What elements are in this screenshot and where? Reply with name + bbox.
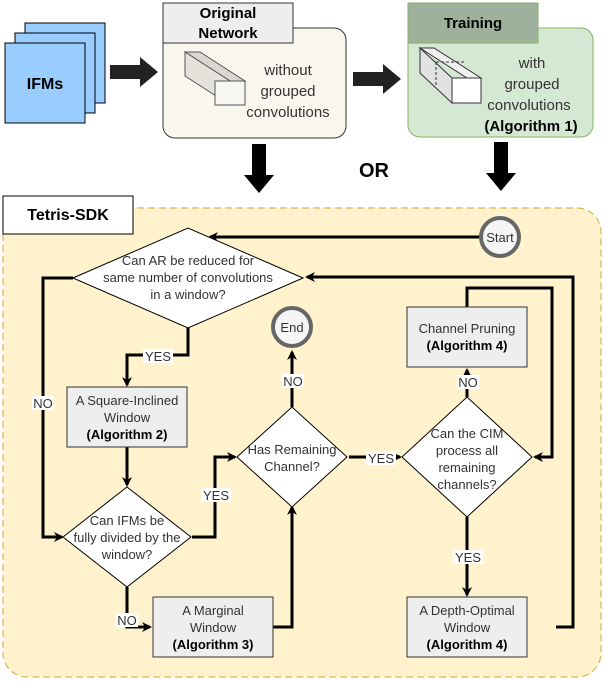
- process-square-inclined: A Square-Inclined Window (Algorithm 2): [66, 386, 188, 448]
- ifms-label: IFMs: [27, 76, 64, 93]
- label-divided-yes: YES: [203, 488, 229, 503]
- original-desc-2: grouped: [260, 83, 315, 100]
- diagram: IFMs Original Network without grouped co…: [2, 2, 602, 678]
- decision-text: remaining: [438, 460, 495, 475]
- process-algorithm: (Algorithm 4): [427, 637, 508, 652]
- original-desc-1: without: [263, 62, 312, 79]
- label-reduce-yes: YES: [145, 349, 171, 364]
- decision-text: in a window?: [150, 287, 225, 302]
- end-node: End: [271, 306, 313, 348]
- sdk-title: Tetris-SDK: [27, 207, 109, 224]
- process-algorithm: (Algorithm 3): [173, 637, 254, 652]
- label-divided-no: NO: [117, 613, 137, 628]
- process-channel-pruning: Channel Pruning (Algorithm 4): [406, 306, 528, 368]
- start-label: Start: [486, 230, 514, 245]
- label-cim-yes: YES: [455, 550, 481, 565]
- original-network-box: Original Network without grouped convolu…: [162, 2, 347, 139]
- training-desc-2: grouped: [504, 76, 559, 93]
- training-desc-3: convolutions: [487, 97, 570, 114]
- decision-text: same number of convolutions: [103, 270, 273, 285]
- process-text: A Depth-Optimal: [419, 603, 514, 618]
- arrow-training-down: [486, 142, 516, 191]
- process-algorithm: (Algorithm 2): [87, 427, 168, 442]
- decision-text: Can the CIM: [431, 426, 504, 441]
- label-remaining-yes: YES: [368, 451, 394, 466]
- start-node: Start: [479, 216, 521, 258]
- process-depth-optimal: A Depth-Optimal Window (Algorithm 4): [406, 596, 528, 658]
- process-text: Window: [104, 410, 151, 425]
- process-algorithm: (Algorithm 4): [427, 338, 508, 353]
- process-text: A Square-Inclined: [76, 393, 179, 408]
- decision-text: Can AR be reduced for: [122, 253, 255, 268]
- training-title: Training: [444, 15, 502, 32]
- original-network-title-1: Original: [200, 5, 257, 22]
- training-desc-1: with: [518, 55, 546, 72]
- decision-text: Channel?: [264, 459, 320, 474]
- process-text: A Marginal: [182, 603, 244, 618]
- decision-text: Has Remaining: [248, 442, 337, 457]
- decision-text: Can IFMs be: [90, 513, 164, 528]
- training-box: Training with grouped convolutions (Algo…: [407, 2, 594, 138]
- label-reduce-no: NO: [33, 396, 53, 411]
- decision-text: window?: [101, 547, 153, 562]
- original-network-title-2: Network: [198, 25, 258, 42]
- arrow-original-down: [244, 144, 274, 193]
- process-text: Window: [190, 620, 237, 635]
- process-marginal: A Marginal Window (Algorithm 3): [152, 596, 274, 658]
- arrow-ifms-to-original: [110, 57, 158, 87]
- ifms-stack: IFMs: [4, 22, 106, 124]
- decision-text: process all: [436, 443, 498, 458]
- label-cim-no: NO: [458, 375, 478, 390]
- process-text: Window: [444, 620, 491, 635]
- decision-text: channels?: [437, 477, 496, 492]
- end-label: End: [280, 320, 303, 335]
- decision-text: fully divided by the: [74, 530, 181, 545]
- or-label: OR: [359, 160, 390, 182]
- process-text: Channel Pruning: [419, 321, 516, 336]
- arrow-original-to-training: [353, 64, 401, 94]
- training-algorithm: (Algorithm 1): [484, 118, 577, 135]
- original-desc-3: convolutions: [246, 104, 329, 121]
- label-remaining-no: NO: [283, 374, 303, 389]
